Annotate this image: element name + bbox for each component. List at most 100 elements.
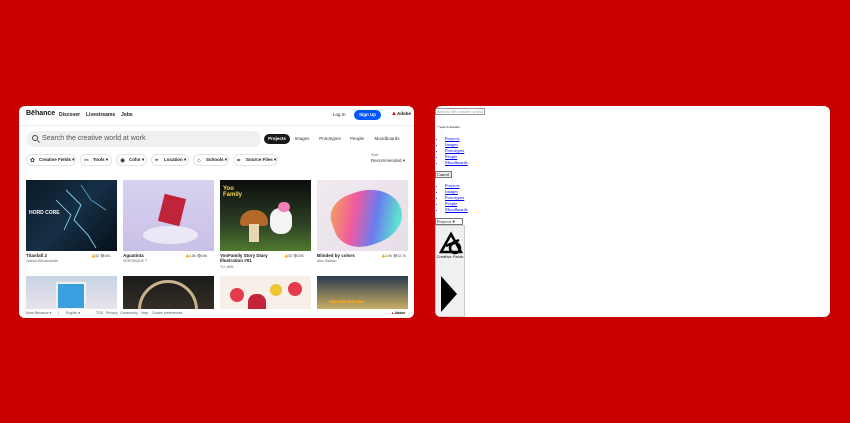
tab-prototypes[interactable]: Prototypes <box>316 134 344 144</box>
color-icon: ◉ <box>120 158 126 164</box>
top-navigation: Bēhance Discover Livestreams Jobs Log In… <box>19 106 414 124</box>
source-files-icon: ⌗ <box>237 158 241 164</box>
cancel-button[interactable]: Cancel <box>435 171 452 178</box>
location-icon: ⌖ <box>155 158 159 164</box>
sort-label: Sort <box>371 152 379 157</box>
footer-link-community[interactable]: Community <box>120 311 138 315</box>
signup-button[interactable]: Sign Up <box>354 110 381 120</box>
gradient-swirl <box>324 180 408 251</box>
project-title[interactable]: Blinded by colors <box>317 253 377 258</box>
language-label: English <box>66 311 78 315</box>
poster <box>56 282 86 310</box>
header-divider <box>19 125 414 126</box>
link-moodboards[interactable]: Moodboards <box>445 207 468 213</box>
login-link[interactable]: Log In <box>333 112 346 117</box>
search-input[interactable]: Search the creative world at work <box>26 131 261 147</box>
chevron-right-icon[interactable] <box>439 274 459 314</box>
project-stats: 👍2.9k 👁32.7k <box>381 254 406 258</box>
project-title[interactable]: Aguatinta <box>123 253 183 258</box>
creative-fields-label: Creative Fields <box>436 254 464 259</box>
decorative-letters: ▬▬▬▬ <box>329 296 365 305</box>
likes-count: 52 <box>95 254 100 258</box>
creative-fields-panel[interactable] <box>435 225 465 317</box>
fallback-window: Search the creative world Search Results… <box>435 106 830 317</box>
adobe-icon: ▲ <box>391 111 397 117</box>
red-dot <box>230 288 244 302</box>
tab-projects[interactable]: Projects <box>264 134 290 144</box>
filter-location[interactable]: ⌖ Location ▾ <box>151 154 189 166</box>
project-owner[interactable]: Alex Mathan <box>317 259 336 263</box>
footer-link-tos[interactable]: TOS <box>96 311 103 315</box>
tile-overlay-text: Yoo Family <box>223 186 243 198</box>
adobe-link[interactable]: ▲Adobe <box>391 111 411 117</box>
filter-creative-fields[interactable]: ✿ Creative Fields ▾ <box>26 154 76 166</box>
filter-label: Tools <box>93 157 105 162</box>
schools-icon: ⌂ <box>197 158 201 164</box>
filter-schools[interactable]: ⌂ Schools ▾ <box>193 154 229 166</box>
behance-window: Bēhance Discover Livestreams Jobs Log In… <box>19 106 414 318</box>
nav-discover[interactable]: Discover <box>59 112 80 118</box>
cloth <box>143 226 198 244</box>
project-owner[interactable]: VERONIQUE T <box>123 259 147 263</box>
yellow-dot <box>270 284 282 296</box>
red-dot <box>288 282 302 296</box>
footer-link-help[interactable]: Help <box>141 311 148 315</box>
filter-label: Schools <box>206 157 224 162</box>
sort-value: Recommended <box>371 158 402 163</box>
search-results-label: Search Results <box>437 125 460 129</box>
footer-adobe[interactable]: ▲Adobe <box>391 311 405 315</box>
project-title[interactable]: Titanfall 2 <box>26 253 86 258</box>
project-thumbnail[interactable]: Yoo Family <box>220 180 311 251</box>
footer-adobe-label: Adobe <box>394 311 406 315</box>
tab-moodboards[interactable]: Moodboards <box>371 134 403 144</box>
creative-fields-icon: ✿ <box>30 158 36 164</box>
footer-link-cookies[interactable]: Cookie preferences <box>152 311 182 315</box>
filter-color[interactable]: ◉ Color ▾ <box>116 154 147 166</box>
likes-count: 2.9k <box>385 254 392 258</box>
language-dropdown[interactable]: English ▾ <box>66 311 80 315</box>
tab-people[interactable]: People <box>347 134 367 144</box>
filter-source-files[interactable]: ⌗ Source Files ▾ <box>233 154 278 166</box>
project-thumbnail[interactable] <box>123 180 214 251</box>
unicorn-mane <box>278 202 290 212</box>
filter-tools[interactable]: ✂ Tools ▾ <box>80 154 112 166</box>
more-behance-label: More Behance <box>26 311 49 315</box>
views-count: 235 <box>297 254 304 258</box>
filter-label: Creative Fields <box>39 157 72 162</box>
views-count: 32.7k <box>397 254 406 258</box>
project-owner[interactable]: Joshua Bloomsbarth <box>26 259 58 263</box>
category-select[interactable]: Projects ▾ <box>435 218 463 225</box>
project-stats: 👍52 👁235 <box>284 254 304 258</box>
sort-dropdown[interactable]: Recommended ▾ <box>371 158 405 164</box>
project-owner[interactable]: YU JIAN <box>220 265 233 269</box>
link-moodboards[interactable]: Moodboards <box>445 160 468 166</box>
filter-label: Color <box>129 157 141 162</box>
project-thumbnail[interactable]: HORD CORE <box>26 180 117 251</box>
tile-overlay-text: HORD CORE <box>29 210 60 216</box>
nav-jobs[interactable]: Jobs <box>121 112 133 118</box>
category-list-secondary: Projects Images Prototypes People Moodbo… <box>445 183 468 213</box>
adobe-label: Adobe <box>397 111 411 116</box>
behance-logo[interactable]: Bēhance <box>26 110 55 117</box>
search-input[interactable]: Search the creative world <box>435 108 485 115</box>
tools-icon: ✂ <box>84 158 90 164</box>
project-stats: 👍52 👁491 <box>91 254 111 258</box>
project-title[interactable]: YooFamily Story Diary Illustration #01 <box>220 253 280 263</box>
footer-divider: | <box>58 311 59 315</box>
nav-livestreams[interactable]: Livestreams <box>86 112 115 118</box>
filter-label: Source Files <box>246 157 273 162</box>
tab-images[interactable]: Images <box>292 134 312 144</box>
footer-link-privacy[interactable]: Privacy <box>106 311 117 315</box>
views-count: 491 <box>104 254 111 258</box>
mushroom-stem <box>249 224 259 242</box>
project-thumbnail[interactable] <box>317 180 408 251</box>
red-card <box>157 193 187 227</box>
views-count: 19k <box>201 254 208 258</box>
select-value: Projects <box>437 219 452 224</box>
filter-label: Location <box>164 157 183 162</box>
more-behance-dropdown[interactable]: More Behance ▾ <box>26 311 52 315</box>
project-stats: 👍1.8k 👁19k <box>185 254 208 258</box>
search-icon <box>32 135 38 141</box>
footer: More Behance ▾ | English ▾ TOS Privacy C… <box>19 309 414 318</box>
category-list: Projects Images Prototypes People Moodbo… <box>445 136 468 166</box>
